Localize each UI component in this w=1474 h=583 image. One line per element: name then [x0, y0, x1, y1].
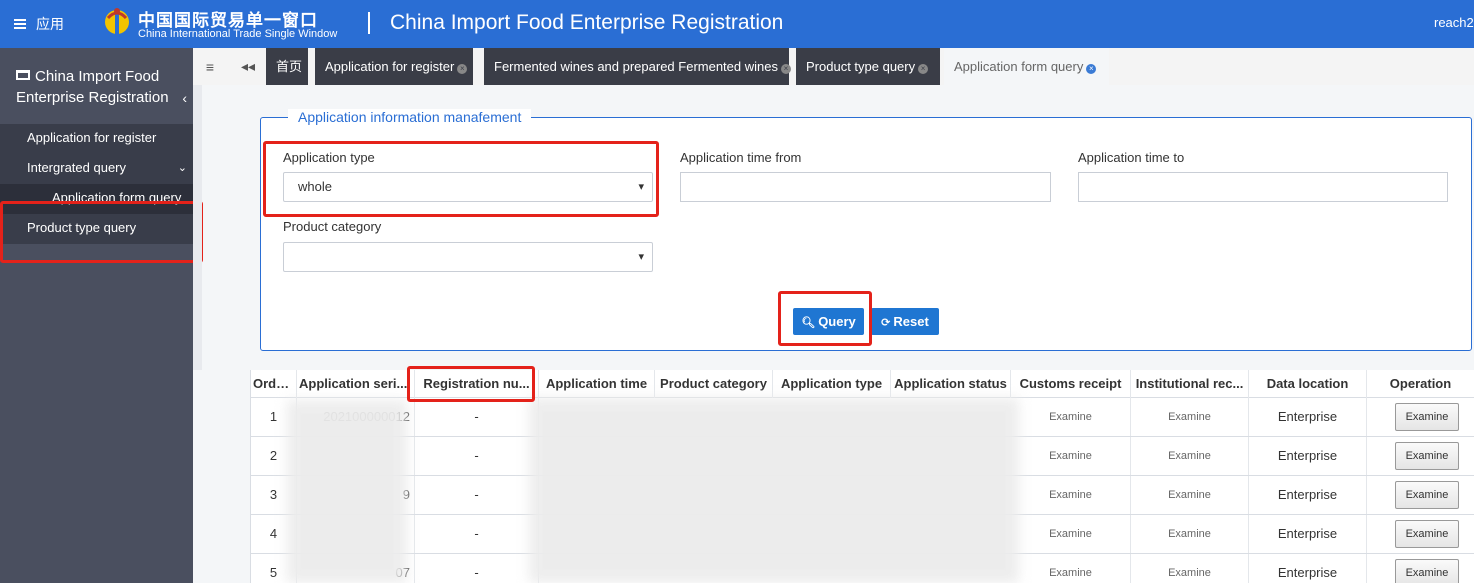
- institutional-receipt-cell[interactable]: Examine: [1131, 515, 1249, 553]
- redaction-blur: [287, 400, 407, 583]
- tab-label: Product type query: [806, 59, 916, 74]
- highlight-box-sidebar: [0, 201, 203, 263]
- customs-receipt-cell[interactable]: Examine: [1011, 398, 1131, 436]
- column-header-order[interactable]: Orde...: [251, 370, 297, 398]
- highlight-box-application-type: [263, 141, 659, 217]
- single-window-logo-icon: [105, 8, 129, 40]
- data-location-cell: Enterprise: [1249, 554, 1367, 583]
- customs-receipt-cell[interactable]: Examine: [1011, 515, 1131, 553]
- sidebar-item-intergrated-query[interactable]: Intergrated query ⌄: [0, 154, 193, 184]
- tab-label: Application for register: [325, 59, 455, 74]
- data-location-cell: Enterprise: [1249, 437, 1367, 475]
- column-header-application-time[interactable]: Application time: [539, 370, 655, 398]
- sidebar-header[interactable]: China Import Food Enterprise Registratio…: [0, 48, 193, 124]
- institutional-receipt-cell[interactable]: Examine: [1131, 398, 1249, 436]
- sidebar-item-application-for-register[interactable]: Application for register: [0, 124, 193, 154]
- refresh-icon: ⟳: [881, 317, 891, 329]
- form-legend: Application information manafement: [288, 109, 532, 125]
- registration-number-cell: -: [415, 515, 539, 553]
- chevron-left-icon[interactable]: ‹: [182, 88, 187, 109]
- tab-application-for-register[interactable]: Application for register ×: [315, 48, 473, 85]
- data-location-cell: Enterprise: [1249, 476, 1367, 514]
- examine-button[interactable]: Examine: [1395, 481, 1459, 509]
- registration-number-cell: -: [415, 554, 539, 583]
- institutional-receipt-cell[interactable]: Examine: [1131, 476, 1249, 514]
- data-location-cell: Enterprise: [1249, 398, 1367, 436]
- highlight-box-query: [778, 291, 872, 346]
- card-icon: [16, 70, 30, 80]
- institutional-receipt-cell[interactable]: Examine: [1131, 554, 1249, 583]
- close-icon[interactable]: ×: [918, 64, 929, 74]
- sidebar: China Import Food Enterprise Registratio…: [0, 48, 203, 583]
- sidebar-item-label: Application for register: [27, 130, 157, 145]
- examine-button[interactable]: Examine: [1395, 559, 1459, 583]
- registration-number-cell: -: [415, 437, 539, 475]
- customs-receipt-cell[interactable]: Examine: [1011, 476, 1131, 514]
- tab-fermented-wines[interactable]: Fermented wines and prepared Fermented w…: [484, 48, 791, 85]
- user-name[interactable]: reach2: [1434, 15, 1474, 30]
- examine-button[interactable]: Examine: [1395, 403, 1459, 431]
- sidebar-title: China Import Food Enterprise Registratio…: [16, 68, 169, 106]
- sidebar-item-label: Intergrated query: [27, 160, 127, 175]
- tab-home[interactable]: 首页: [266, 48, 308, 85]
- content-left-strip: [193, 85, 202, 370]
- logo-english-text: China International Trade Single Window: [138, 28, 338, 40]
- examine-button[interactable]: Examine: [1395, 520, 1459, 548]
- product-category-label: Product category: [283, 219, 382, 234]
- customs-receipt-cell[interactable]: Examine: [1011, 554, 1131, 583]
- hamburger-icon: [14, 19, 26, 29]
- column-header-customs-receipt[interactable]: Customs receipt: [1011, 370, 1131, 398]
- examine-button[interactable]: Examine: [1395, 442, 1459, 470]
- sidebar-toggle-icon[interactable]: ≡: [193, 48, 227, 85]
- tab-application-form-query[interactable]: Application form query ×: [944, 48, 1109, 85]
- app-title: China Import Food Enterprise Registratio…: [390, 11, 784, 34]
- application-time-from-label: Application time from: [680, 150, 802, 165]
- application-time-to-input[interactable]: [1078, 172, 1448, 202]
- institutional-receipt-cell[interactable]: Examine: [1131, 437, 1249, 475]
- tab-product-type-query[interactable]: Product type query ×: [796, 48, 940, 85]
- column-header-serial[interactable]: Application seri...: [297, 370, 415, 398]
- data-location-cell: Enterprise: [1249, 515, 1367, 553]
- column-header-data-location[interactable]: Data location: [1249, 370, 1367, 398]
- tab-bar: ≡ ◂◂ 首页 Application for register × Fermen…: [193, 48, 1474, 85]
- close-icon[interactable]: ×: [457, 64, 468, 74]
- column-header-institutional-receipt[interactable]: Institutional rec...: [1131, 370, 1249, 398]
- column-header-product-category[interactable]: Product category: [655, 370, 773, 398]
- header-divider: [368, 12, 370, 34]
- close-icon[interactable]: ×: [780, 64, 791, 74]
- reset-button[interactable]: ⟳ Reset: [871, 308, 939, 335]
- customs-receipt-cell[interactable]: Examine: [1011, 437, 1131, 475]
- app-menu-label: 应用: [36, 16, 64, 32]
- reset-button-label: Reset: [893, 314, 929, 329]
- registration-number-cell: -: [415, 476, 539, 514]
- column-header-application-type[interactable]: Application type: [773, 370, 891, 398]
- close-icon[interactable]: ×: [1086, 64, 1097, 74]
- chevron-down-icon: ⌄: [177, 162, 187, 174]
- product-category-select[interactable]: ▾: [283, 242, 653, 272]
- highlight-box-registration-number: [407, 366, 535, 402]
- application-time-from-input[interactable]: [680, 172, 1051, 202]
- redaction-blur: [529, 398, 1019, 583]
- top-header: 应用 中国国际贸易单一窗口 China International Trade …: [0, 0, 1474, 48]
- column-header-operation: Operation: [1367, 370, 1474, 398]
- column-header-application-status[interactable]: Application status: [891, 370, 1011, 398]
- scroll-left-icon[interactable]: ◂◂: [231, 48, 265, 85]
- registration-number-cell: -: [415, 398, 539, 436]
- application-time-to-label: Application time to: [1078, 150, 1185, 165]
- caret-down-icon: ▾: [638, 251, 644, 263]
- tab-label: Fermented wines and prepared Fermented w…: [494, 59, 778, 74]
- tab-label: 首页: [276, 59, 303, 74]
- app-menu-toggle[interactable]: 应用: [14, 14, 74, 34]
- tab-label: Application form query: [954, 59, 1084, 74]
